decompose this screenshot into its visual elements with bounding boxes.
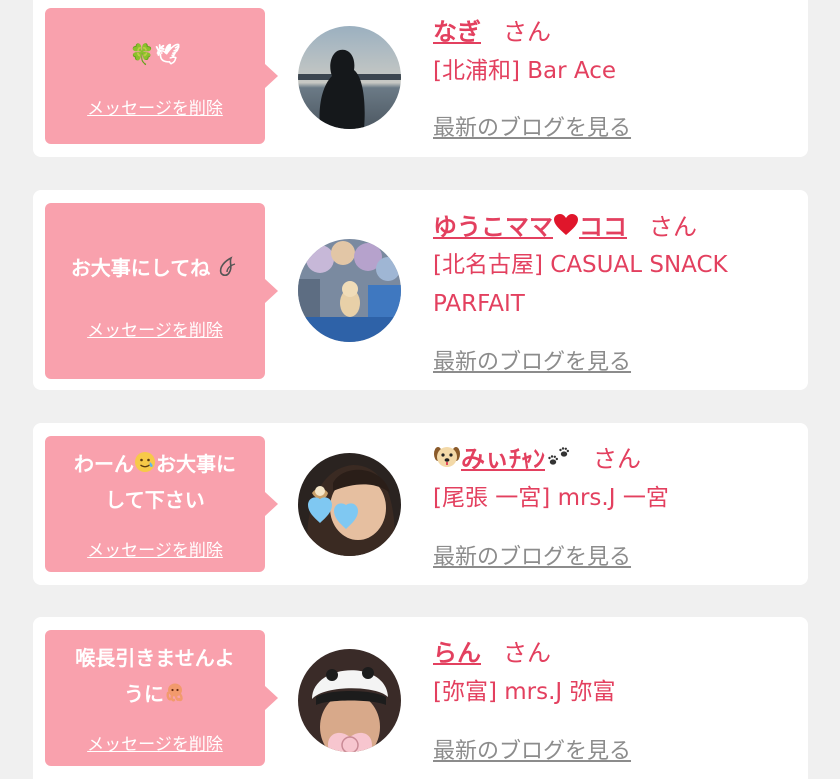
honorific-label: さん [503,18,551,46]
message-text: して下さい [105,488,205,512]
latest-blog-link[interactable]: 最新のブログを見る [433,110,631,142]
sender-name-line: なぎ さん [433,12,551,47]
delete-message-link[interactable]: メッセージを削除 [45,730,265,755]
avatar[interactable] [298,239,401,342]
message-bubble: 🍀🕊 メッセージを削除 [45,8,278,144]
message-card: 喉長引きませんよ うに メッセージを削除 らん さん [弥富] mrs.J 弥富 … [33,617,808,779]
avatar[interactable] [298,649,401,752]
message-card: お大事にしてね メッセージを削除 ゆうこママ ココ さん [北名古屋] CASUAL… [33,190,808,390]
message-text-content: お大事に [156,452,236,476]
message-card: 🍀🕊 メッセージを削除 なぎ さん [北浦和] Bar Ace 最新のブログを見る [33,0,808,157]
message-text-content: わーん [74,452,134,476]
avatar[interactable] [298,26,401,129]
sender-name-part: ゆうこママ [433,213,553,241]
avatar-photo [298,453,401,556]
latest-blog-link[interactable]: 最新のブログを見る [433,344,631,376]
avatar-photo [298,239,401,342]
message-text: お大事にしてね [53,250,257,288]
sender-name-link[interactable]: らん [433,639,481,667]
sender-name-line: みぃﾁｬﾝ さん [433,439,641,476]
paw-prints-icon [545,445,571,475]
smiling-tear-face-icon [134,448,156,484]
sender-name-line: ゆうこママ ココ さん [433,207,697,243]
delete-message-link[interactable]: メッセージを削除 [45,316,265,341]
latest-blog-link[interactable]: 最新のブログを見る [433,733,631,765]
avatar-photo [298,649,401,752]
message-text-content: うに [124,682,164,706]
latest-blog-link[interactable]: 最新のブログを見る [433,539,631,571]
avatar[interactable] [298,453,401,556]
message-bubble: 喉長引きませんよ うに メッセージを削除 [45,630,278,766]
sender-name-link[interactable]: みぃﾁｬﾝ [433,445,571,473]
dog-face-icon [433,444,461,476]
shop-info: [尾張 一宮] mrs.J 一宮 [433,485,669,511]
sender-name-link[interactable]: なぎ [433,18,481,46]
honorific-label: さん [503,639,551,667]
message-text: 喉長引きませんよ [75,646,235,670]
message-card: わーん お大事に して下さい メッセージを削除 みぃﾁｬﾝ さん [尾張 一宮] m… [33,423,808,585]
delete-message-link[interactable]: メッセージを削除 [45,94,265,119]
sender-name-part: ココ [579,213,627,241]
shop-info: [北浦和] Bar Ace [433,58,617,84]
message-bubble: お大事にしてね メッセージを削除 [45,203,278,379]
message-text: わーん お大事に [53,446,257,484]
red-heart-icon [553,213,579,243]
delete-message-link[interactable]: メッセージを削除 [45,536,265,561]
message-text: うに [53,676,257,714]
message-text: 🍀🕊 [129,42,181,66]
message-text-content: お大事にしてね [70,256,211,280]
sender-name-line: らん さん [433,633,551,668]
honorific-label: さん [593,445,641,473]
sender-name-link[interactable]: ゆうこママ ココ [433,213,627,241]
sweat-drop-icon [217,252,239,288]
shop-info: [北名古屋] CASUAL SNACK PARFAIT [433,252,728,317]
honorific-label: さん [649,213,697,241]
sender-name-part: みぃﾁｬﾝ [461,445,545,473]
shop-info: [弥富] mrs.J 弥富 [433,679,616,705]
octopus-icon [164,678,186,714]
avatar-photo [298,26,401,129]
message-bubble: わーん お大事に して下さい メッセージを削除 [45,436,278,572]
